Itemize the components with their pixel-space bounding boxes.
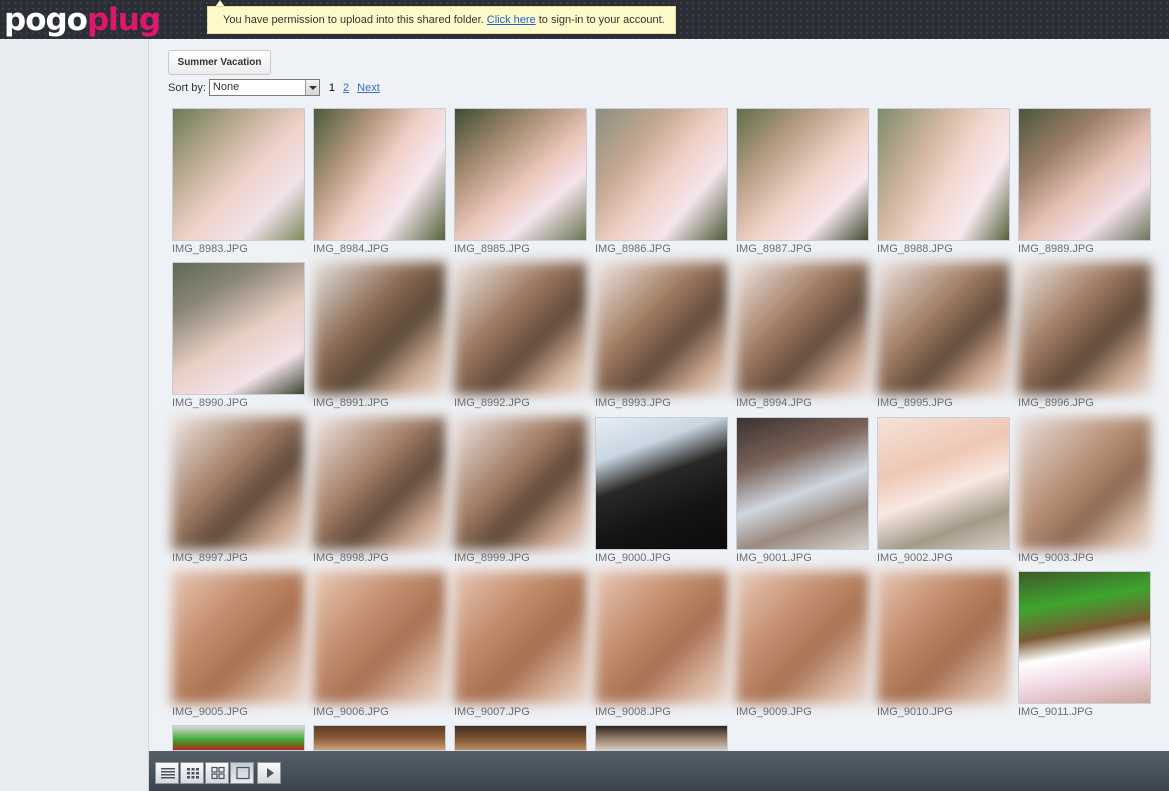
main-content: Summer Vacation Sort by: None 1 2 Next I… bbox=[149, 39, 1169, 751]
photo-caption[interactable]: IMG_9009.JPG bbox=[736, 706, 812, 718]
photo-thumbnail[interactable] bbox=[454, 262, 587, 395]
photo-thumbnail[interactable] bbox=[172, 417, 305, 550]
photo-thumbnail[interactable] bbox=[313, 571, 446, 704]
upload-permission-notice: You have permission to upload into this … bbox=[207, 6, 676, 34]
small-grid-view-button[interactable] bbox=[180, 762, 204, 784]
photo-thumbnail[interactable] bbox=[454, 108, 587, 241]
folder-name-button[interactable]: Summer Vacation bbox=[168, 50, 271, 75]
photo-thumbnail-partial[interactable] bbox=[172, 725, 305, 751]
photo-thumbnail[interactable] bbox=[595, 108, 728, 241]
photo-thumbnail[interactable] bbox=[595, 571, 728, 704]
photo-caption[interactable]: IMG_9003.JPG bbox=[1018, 552, 1094, 564]
sort-bar: Sort by: None 1 2 Next bbox=[168, 79, 380, 96]
photo-thumbnail[interactable] bbox=[313, 262, 446, 395]
left-sidebar bbox=[0, 39, 149, 791]
photo-caption[interactable]: IMG_9006.JPG bbox=[313, 706, 389, 718]
photo-thumbnail[interactable] bbox=[1018, 108, 1151, 241]
small-grid-icon bbox=[187, 768, 199, 779]
photo-caption[interactable]: IMG_8983.JPG bbox=[172, 243, 248, 255]
photo-caption[interactable]: IMG_8989.JPG bbox=[1018, 243, 1094, 255]
photo-thumbnail[interactable] bbox=[454, 571, 587, 704]
photo-thumbnail[interactable] bbox=[736, 262, 869, 395]
logo-text-pogo: pogo bbox=[4, 2, 88, 38]
photo-caption[interactable]: IMG_8998.JPG bbox=[313, 552, 389, 564]
photo-thumbnail[interactable] bbox=[877, 417, 1010, 550]
photo-caption[interactable]: IMG_8991.JPG bbox=[313, 397, 389, 409]
photo-caption[interactable]: IMG_8992.JPG bbox=[454, 397, 530, 409]
photo-caption[interactable]: IMG_8986.JPG bbox=[595, 243, 671, 255]
sort-label: Sort by: bbox=[168, 81, 206, 94]
photo-caption[interactable]: IMG_8985.JPG bbox=[454, 243, 530, 255]
photo-thumbnail-partial[interactable] bbox=[313, 725, 446, 751]
photo-thumbnail[interactable] bbox=[313, 108, 446, 241]
single-view-button[interactable] bbox=[230, 762, 254, 784]
photo-caption[interactable]: IMG_8995.JPG bbox=[877, 397, 953, 409]
photo-caption[interactable]: IMG_8993.JPG bbox=[595, 397, 671, 409]
top-header: pogoplug You have permission to upload i… bbox=[0, 0, 1169, 39]
photo-thumbnail[interactable] bbox=[595, 262, 728, 395]
photo-caption[interactable]: IMG_8994.JPG bbox=[736, 397, 812, 409]
photo-thumbnail[interactable] bbox=[877, 262, 1010, 395]
photo-thumbnail[interactable] bbox=[172, 262, 305, 395]
pogoplug-logo[interactable]: pogoplug bbox=[4, 2, 161, 38]
list-view-icon bbox=[161, 768, 175, 779]
photo-thumbnail[interactable] bbox=[172, 108, 305, 241]
notice-suffix-text: to sign-in to your account. bbox=[538, 14, 665, 26]
photo-caption[interactable]: IMG_9002.JPG bbox=[877, 552, 953, 564]
single-view-icon bbox=[236, 766, 250, 780]
large-grid-icon bbox=[211, 766, 225, 780]
photo-thumbnail[interactable] bbox=[172, 571, 305, 704]
photo-caption[interactable]: IMG_9011.JPG bbox=[1018, 706, 1093, 718]
photo-thumbnail[interactable] bbox=[877, 571, 1010, 704]
photo-thumbnail[interactable] bbox=[736, 571, 869, 704]
photo-caption[interactable]: IMG_8997.JPG bbox=[172, 552, 248, 564]
slideshow-play-icon bbox=[267, 768, 274, 778]
chevron-down-icon[interactable] bbox=[304, 80, 319, 95]
photo-thumbnail-partial[interactable] bbox=[595, 725, 728, 751]
notice-text: You have permission to upload into this … bbox=[223, 14, 484, 26]
current-page: 1 bbox=[328, 81, 336, 94]
photo-caption[interactable]: IMG_9007.JPG bbox=[454, 706, 530, 718]
photo-thumbnail-partial[interactable] bbox=[454, 725, 587, 751]
list-view-button[interactable] bbox=[155, 762, 179, 784]
photo-caption[interactable]: IMG_9005.JPG bbox=[172, 706, 248, 718]
photo-thumbnail[interactable] bbox=[736, 417, 869, 550]
photo-caption[interactable]: IMG_9001.JPG bbox=[736, 552, 812, 564]
sign-in-link[interactable]: Click here bbox=[487, 14, 536, 26]
pagination: 1 2 Next bbox=[329, 82, 380, 94]
sort-selected-value: None bbox=[212, 81, 240, 93]
photo-thumbnail[interactable] bbox=[595, 417, 728, 550]
photo-caption[interactable]: IMG_8988.JPG bbox=[877, 243, 953, 255]
large-grid-view-button[interactable] bbox=[205, 762, 229, 784]
photo-thumbnail[interactable] bbox=[1018, 262, 1151, 395]
photo-thumbnail[interactable] bbox=[454, 417, 587, 550]
slideshow-button[interactable] bbox=[257, 762, 281, 784]
page-2-link[interactable]: 2 bbox=[343, 82, 349, 94]
photo-caption[interactable]: IMG_9008.JPG bbox=[595, 706, 671, 718]
logo-text-plug: plug bbox=[86, 2, 161, 38]
photo-caption[interactable]: IMG_8996.JPG bbox=[1018, 397, 1094, 409]
sort-select[interactable]: None bbox=[208, 79, 320, 96]
photo-caption[interactable]: IMG_8987.JPG bbox=[736, 243, 812, 255]
photo-thumbnail[interactable] bbox=[1018, 571, 1151, 704]
photo-caption[interactable]: IMG_9010.JPG bbox=[877, 706, 953, 718]
photo-caption[interactable]: IMG_8984.JPG bbox=[313, 243, 389, 255]
photo-thumbnail[interactable] bbox=[313, 417, 446, 550]
photo-caption[interactable]: IMG_9000.JPG bbox=[595, 552, 671, 564]
photo-caption[interactable]: IMG_8990.JPG bbox=[172, 397, 248, 409]
next-page-link[interactable]: Next bbox=[357, 82, 380, 94]
photo-thumbnail[interactable] bbox=[1018, 417, 1151, 550]
photo-caption[interactable]: IMG_8999.JPG bbox=[454, 552, 530, 564]
photo-thumbnail[interactable] bbox=[877, 108, 1010, 241]
photo-thumbnail[interactable] bbox=[736, 108, 869, 241]
bottom-toolbar bbox=[149, 751, 1169, 791]
